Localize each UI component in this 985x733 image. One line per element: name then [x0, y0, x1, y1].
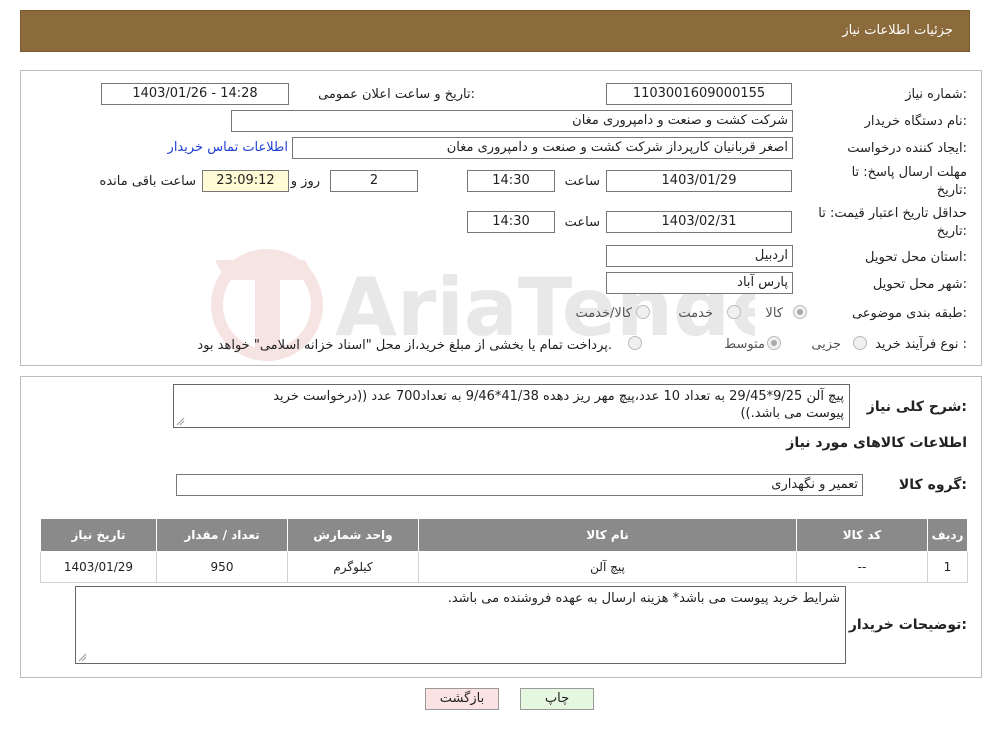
process-radio-medium[interactable] [767, 336, 781, 350]
buyer-notes-text: شرایط خرید پیوست می باشد* هزینه ارسال به… [447, 591, 840, 606]
process-note: پرداخت تمام یا بخشی از مبلغ خرید،از محل … [197, 338, 612, 353]
category-radio-goods[interactable] [793, 305, 807, 319]
validity-label-date: تاریخ: [936, 224, 967, 239]
requester-field: اصغر قربانیان کارپرداز شرکت کشت و صنعت و… [292, 137, 793, 159]
category-option-goods: کالا [765, 306, 783, 321]
buyer-notes-resize-handle[interactable] [78, 653, 87, 662]
goods-group-label: گروه کالا: [898, 477, 967, 493]
process-option-minor: جزیی [811, 337, 841, 352]
col-need-date: تاریخ نیاز [40, 518, 157, 552]
process-option-medium: متوسط [724, 337, 765, 352]
col-quantity: تعداد / مقدار [156, 518, 288, 552]
requester-label: ایجاد کننده درخواست: [847, 141, 967, 156]
category-label: طبقه بندی موضوعی: [851, 306, 967, 321]
validity-time-field: 14:30 [467, 211, 555, 233]
cell-quantity: 950 [156, 551, 288, 583]
cell-unit: کیلوگرم [287, 551, 419, 583]
validity-label: حداقل تاریخ اعتبار قیمت: تا [818, 206, 967, 221]
buyer-org-field: شرکت کشت و صنعت و دامپروری مغان [231, 110, 793, 132]
description-textarea: پیچ آلن 9/25*29/45 به تعداد 10 عدد،پیچ م… [173, 384, 850, 428]
category-option-goods-service: کالا/خدمت [575, 306, 632, 321]
time-remaining-field: 23:09:12 [202, 170, 289, 192]
process-label: نوع فرآیند خرید : [875, 337, 967, 352]
col-unit: واحد شمارش [287, 518, 419, 552]
announce-field: 1403/01/26 - 14:28 [101, 83, 289, 105]
city-label: شهر محل تحویل: [872, 277, 967, 292]
goods-section-title: اطلاعات کالاهای مورد نیاز [786, 435, 967, 451]
deadline-label: مهلت ارسال پاسخ: تا [851, 165, 967, 180]
table-header-row: ردیف کد کالا نام کالا واحد شمارش تعداد /… [40, 518, 968, 552]
announce-label: تاریخ و ساعت اعلان عمومی: [318, 87, 475, 102]
col-code: کد کالا [796, 518, 928, 552]
need-number-field: 1103001609000155 [606, 83, 792, 105]
process-radio-treasury[interactable] [628, 336, 642, 350]
items-table-wrap: ردیف کد کالا نام کالا واحد شمارش تعداد /… [40, 518, 968, 583]
days-label: روز و [290, 174, 320, 189]
buyer-org-label: نام دستگاه خریدار: [864, 114, 967, 129]
validity-date-field: 1403/02/31 [606, 211, 792, 233]
cell-need-date: 1403/01/29 [40, 551, 157, 583]
buyer-contact-link[interactable]: اطلاعات تماس خریدار [168, 140, 288, 155]
items-table: ردیف کد کالا نام کالا واحد شمارش تعداد /… [40, 518, 968, 583]
deadline-label-date: تاریخ: [936, 183, 967, 198]
col-name: نام کالا [418, 518, 797, 552]
time-remaining-label: ساعت باقی مانده [99, 174, 196, 189]
description-line-2: پیوست می باشد.)) [740, 406, 844, 421]
process-radio-minor[interactable] [853, 336, 867, 350]
col-row: ردیف [927, 518, 968, 552]
province-field: اردبیل [606, 245, 793, 267]
cell-row: 1 [927, 551, 968, 583]
table-row: 1 -- پیچ آلن کیلوگرم 950 1403/01/29 [40, 551, 968, 583]
page-title: جزئیات اطلاعات نیاز [842, 23, 953, 38]
description-line-1: پیچ آلن 9/25*29/45 به تعداد 10 عدد،پیچ م… [273, 389, 844, 404]
category-option-service: خدمت [678, 306, 713, 321]
validity-time-label: ساعت [564, 215, 600, 230]
need-number-label: شماره نیاز: [905, 87, 967, 102]
category-radio-goods-service[interactable] [636, 305, 650, 319]
city-field: پارس آباد [606, 272, 793, 294]
page-header: جزئیات اطلاعات نیاز [20, 10, 970, 52]
buyer-notes-label: توضیحات خریدار: [848, 617, 967, 633]
description-resize-handle[interactable] [176, 417, 185, 426]
deadline-time-label: ساعت [564, 174, 600, 189]
goods-group-field: تعمیر و نگهداری [176, 474, 863, 496]
description-label: شرح کلی نیاز: [866, 399, 967, 415]
province-label: استان محل تحویل: [865, 250, 967, 265]
cell-name: پیچ آلن [418, 551, 797, 583]
back-button[interactable]: بازگشت [425, 688, 499, 710]
deadline-time-field: 14:30 [467, 170, 555, 192]
category-radio-service[interactable] [727, 305, 741, 319]
cell-code: -- [796, 551, 928, 583]
print-button[interactable]: چاپ [520, 688, 594, 710]
deadline-date-field: 1403/01/29 [606, 170, 792, 192]
days-remaining-field: 2 [330, 170, 418, 192]
buyer-notes-textarea: شرایط خرید پیوست می باشد* هزینه ارسال به… [75, 586, 846, 664]
